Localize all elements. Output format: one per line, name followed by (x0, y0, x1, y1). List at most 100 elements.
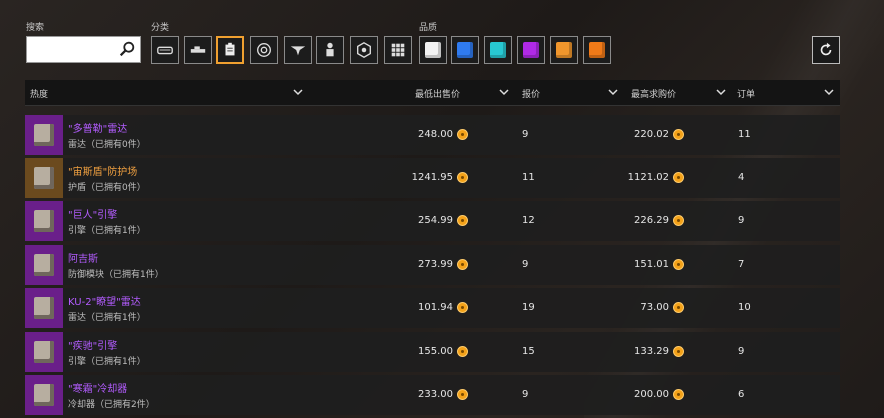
coin-icon (457, 259, 468, 270)
category-all-button[interactable] (384, 36, 412, 64)
coin-icon (457, 302, 468, 313)
table-header: 热度 最低出售价 报价 最高求购价 订单 (25, 80, 840, 106)
table-row[interactable]: "疾驰"引擎 引擎（已拥有1件） 155.00 15 133.29 9 (25, 332, 840, 372)
order-count: 6 (738, 389, 745, 400)
category-ship-button[interactable] (151, 36, 179, 64)
item-name: "寒霜"冷却器 (68, 384, 128, 395)
quote-count: 9 (522, 259, 529, 270)
rarity-purple-button[interactable] (517, 36, 545, 64)
coin-icon (457, 129, 468, 140)
rarity-cyan-button[interactable] (484, 36, 512, 64)
wing-icon (290, 46, 306, 56)
chevron-down-icon[interactable] (823, 86, 835, 98)
item-name: 阿吉斯 (68, 254, 98, 265)
quote-count: 9 (522, 389, 529, 400)
rarity-orange-button[interactable] (550, 36, 578, 64)
order-count: 9 (738, 346, 745, 357)
min-sell-price: 273.99 (418, 259, 453, 270)
item-thumbnail (25, 201, 63, 241)
header-min-sell[interactable]: 最低出售价 (415, 87, 460, 100)
max-buy-price: 200.00 (634, 389, 669, 400)
item-subtitle: 雷达（已拥有0件） (68, 140, 146, 150)
chevron-down-icon[interactable] (498, 86, 510, 98)
max-buy-price: 151.01 (634, 259, 669, 270)
rarity-purple-swatch (523, 42, 539, 58)
item-thumbnail (25, 158, 63, 198)
coin-icon (673, 129, 684, 140)
table-row[interactable]: KU-2"瞭望"雷达 雷达（已拥有1件） 101.94 19 73.00 10 (25, 288, 840, 328)
module-icon (225, 42, 235, 56)
refresh-icon (820, 42, 832, 56)
chevron-down-icon[interactable] (607, 86, 619, 98)
table-row[interactable]: "多普勒"雷达 雷达（已拥有0件） 248.00 9 220.02 11 (25, 115, 840, 155)
category-pilot-button[interactable] (316, 36, 344, 64)
table-row[interactable]: "寒霜"冷却器 冷却器（已拥有2件） 233.00 9 200.00 6 (25, 375, 840, 415)
chevron-down-icon[interactable] (715, 86, 727, 98)
item-name: "多普勒"雷达 (68, 124, 128, 135)
item-subtitle: 冷却器（已拥有2件） (68, 400, 155, 410)
category-core-button[interactable] (350, 36, 378, 64)
rarity-white-button[interactable] (419, 36, 447, 64)
weapon-icon (190, 46, 206, 53)
category-label: 分类 (151, 23, 170, 33)
pilot-icon (326, 42, 334, 57)
header-max-buy[interactable]: 最高求购价 (631, 87, 676, 100)
rarity-deep-orange-button[interactable] (583, 36, 611, 64)
header-popularity[interactable]: 热度 (30, 87, 48, 100)
rarity-orange-swatch (556, 42, 572, 58)
min-sell-price: 248.00 (418, 129, 453, 140)
ship-icon (157, 46, 173, 55)
item-name: "疾驰"引擎 (68, 341, 118, 352)
item-thumbnail (25, 288, 63, 328)
table-row[interactable]: 阿吉斯 防御模块（已拥有1件） 273.99 9 151.01 7 (25, 245, 840, 285)
refresh-button[interactable] (812, 36, 840, 64)
chevron-down-icon[interactable] (292, 86, 304, 98)
max-buy-price: 226.29 (634, 215, 669, 226)
min-sell-price: 233.00 (418, 389, 453, 400)
category-weapon-button[interactable] (184, 36, 212, 64)
item-name: "巨人"引擎 (68, 210, 118, 221)
category-wing-button[interactable] (284, 36, 312, 64)
item-name: KU-2"瞭望"雷达 (68, 297, 141, 308)
category-module-button[interactable] (216, 36, 244, 64)
min-sell-price: 254.99 (418, 215, 453, 226)
rarity-deep-orange-swatch (589, 42, 605, 58)
max-buy-price: 73.00 (640, 302, 669, 313)
quote-count: 11 (522, 172, 535, 183)
coin-icon (457, 389, 468, 400)
drone-icon (257, 43, 271, 57)
quote-count: 12 (522, 215, 535, 226)
quote-count: 19 (522, 302, 535, 313)
rarity-blue-swatch (457, 42, 473, 58)
item-thumbnail (25, 245, 63, 285)
table-row[interactable]: "巨人"引擎 引擎（已拥有1件） 254.99 12 226.29 9 (25, 201, 840, 241)
item-subtitle: 雷达（已拥有1件） (68, 313, 146, 323)
table-row[interactable]: "宙斯盾"防护场 护盾（已拥有0件） 1241.95 11 1121.02 4 (25, 158, 840, 198)
header-orders[interactable]: 订单 (737, 87, 755, 100)
search-icon[interactable] (118, 40, 136, 58)
rarity-blue-button[interactable] (451, 36, 479, 64)
header-quotes[interactable]: 报价 (522, 87, 540, 100)
coin-icon (673, 346, 684, 357)
item-thumbnail (25, 375, 63, 415)
coin-icon (457, 172, 468, 183)
coin-icon (673, 259, 684, 270)
search-input[interactable] (26, 36, 141, 63)
min-sell-price: 101.94 (418, 302, 453, 313)
coin-icon (457, 346, 468, 357)
max-buy-price: 133.29 (634, 346, 669, 357)
order-count: 11 (738, 129, 751, 140)
item-subtitle: 引擎（已拥有1件） (68, 226, 146, 236)
coin-icon (673, 302, 684, 313)
core-icon (357, 42, 371, 58)
max-buy-price: 220.02 (634, 129, 669, 140)
coin-icon (457, 215, 468, 226)
order-count: 4 (738, 172, 745, 183)
item-name: "宙斯盾"防护场 (68, 167, 138, 178)
grid-icon (391, 43, 405, 57)
coin-icon (673, 215, 684, 226)
order-count: 10 (738, 302, 751, 313)
item-subtitle: 防御模块（已拥有1件） (68, 270, 164, 280)
quote-count: 15 (522, 346, 535, 357)
category-drone-button[interactable] (250, 36, 278, 64)
